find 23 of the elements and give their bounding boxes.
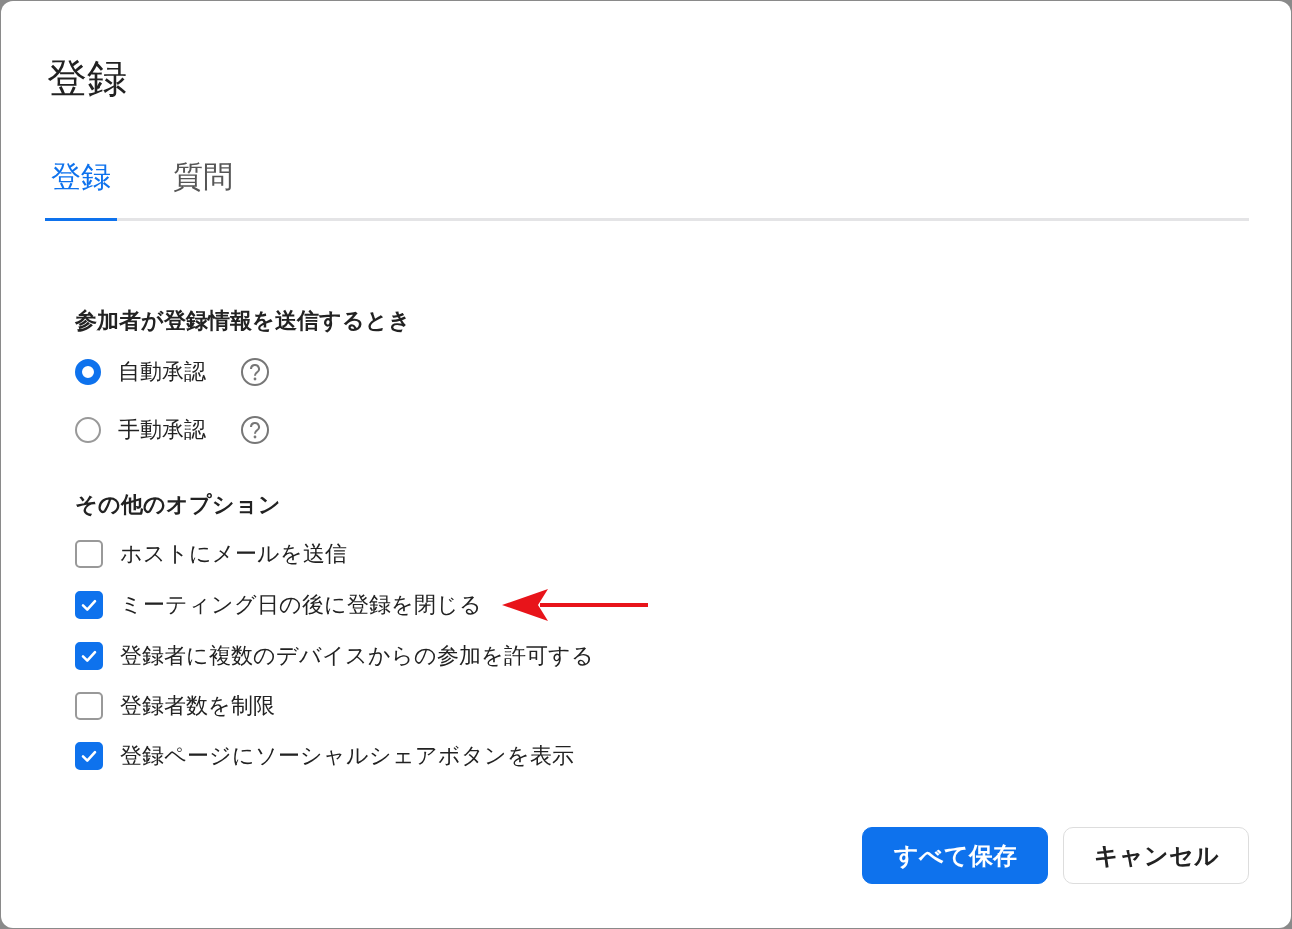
radio-button[interactable] bbox=[75, 417, 101, 443]
checkbox[interactable] bbox=[75, 742, 103, 770]
option-label: 登録者数を制限 bbox=[120, 692, 275, 720]
dialog-title: 登録 bbox=[47, 54, 128, 103]
dialog-button[interactable]: すべて保存 bbox=[862, 827, 1048, 884]
dialog-button[interactable]: キャンセル bbox=[1063, 827, 1249, 884]
section-heading: 参加者が登録情報を送信するとき bbox=[75, 307, 412, 335]
checkbox[interactable] bbox=[75, 591, 103, 619]
tab[interactable]: 質問 bbox=[167, 157, 239, 221]
option-label: 登録者に複数のデバイスからの参加を許可する bbox=[120, 642, 594, 670]
option-label: ホストにメールを送信 bbox=[120, 540, 347, 568]
option-label: 自動承認 bbox=[118, 358, 206, 386]
radio-button[interactable] bbox=[75, 359, 101, 385]
checkbox[interactable] bbox=[75, 540, 103, 568]
option-label: ミーティング日の後に登録を閉じる bbox=[120, 591, 482, 619]
help-icon[interactable] bbox=[240, 357, 270, 387]
checkbox[interactable] bbox=[75, 692, 103, 720]
help-icon[interactable] bbox=[240, 415, 270, 445]
option-label: 登録ページにソーシャルシェアボタンを表示 bbox=[120, 742, 574, 770]
tab[interactable]: 登録 bbox=[45, 157, 117, 221]
section-heading: その他のオプション bbox=[75, 491, 282, 519]
option-label: 手動承認 bbox=[118, 416, 206, 444]
checkbox[interactable] bbox=[75, 642, 103, 670]
